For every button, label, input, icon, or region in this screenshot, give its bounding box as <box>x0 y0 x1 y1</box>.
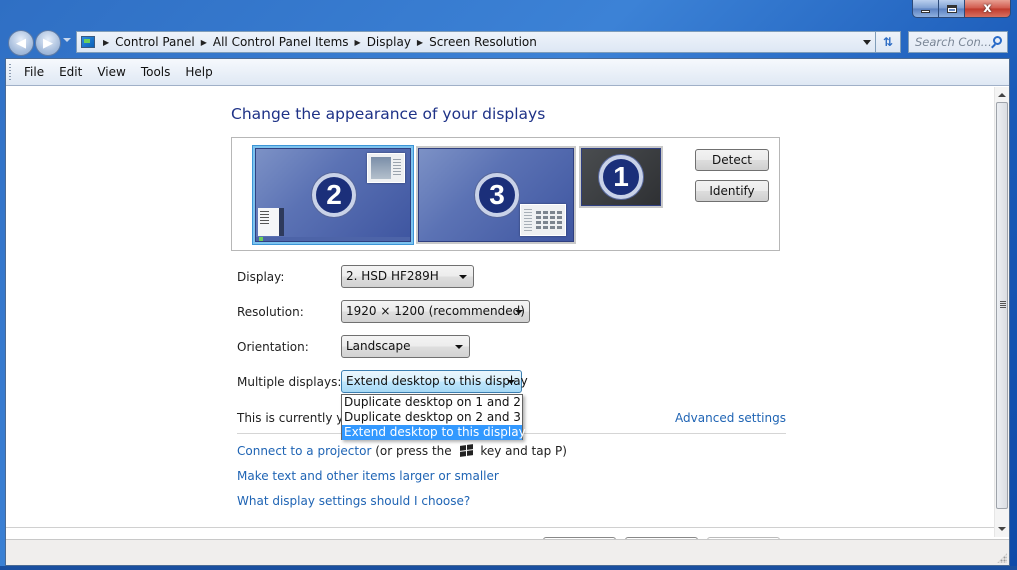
close-button[interactable]: x <box>965 0 1011 18</box>
address-bar[interactable]: ▶ Control Panel ▶ All Control Panel Item… <box>76 31 876 53</box>
window-border <box>0 566 1017 570</box>
menu-grip[interactable] <box>9 64 11 81</box>
chevron-down-icon <box>459 275 467 279</box>
orientation-select[interactable]: Landscape <box>341 335 470 358</box>
client-area: File Edit View Tools Help Change the app… <box>5 58 1010 566</box>
navigation-bar: ◀ ▶ ▶ Control Panel ▶ All Control Panel … <box>0 28 1017 58</box>
monitor-number-badge: 2 <box>312 173 356 217</box>
projector-hint-post: key and tap P) <box>480 444 567 458</box>
resolution-select[interactable]: 1920 × 1200 (recommended) <box>341 300 530 323</box>
menu-file[interactable]: File <box>24 63 44 81</box>
menu-bar: File Edit View Tools Help <box>6 59 1009 86</box>
close-icon: x <box>983 1 992 16</box>
display-select-value: 2. HSD HF289H <box>346 269 439 283</box>
breadcrumb-display[interactable]: Display <box>367 35 411 49</box>
back-button[interactable]: ◀ <box>8 30 34 56</box>
resolution-select-value: 1920 × 1200 (recommended) <box>346 304 525 318</box>
orientation-select-value: Landscape <box>346 339 411 353</box>
status-bar <box>6 539 1009 565</box>
display-label: Display: <box>237 270 285 284</box>
maximize-button[interactable] <box>939 0 965 18</box>
dropdown-option-duplicate-2-3[interactable]: Duplicate desktop on 2 and 3 <box>342 410 522 425</box>
title-bar: x <box>0 0 1017 28</box>
advanced-settings-link[interactable]: Advanced settings <box>675 411 786 425</box>
taskbar-thumbnail <box>256 237 410 241</box>
menu-view[interactable]: View <box>97 63 125 81</box>
start-orb-icon <box>259 237 263 241</box>
grip-icon <box>1000 301 1006 309</box>
page-title: Change the appearance of your displays <box>231 105 546 123</box>
monitor-2[interactable]: 2 <box>253 146 413 244</box>
menu-help[interactable]: Help <box>185 63 212 81</box>
multiple-displays-label: Multiple displays: <box>237 375 342 389</box>
resize-grip-icon[interactable] <box>997 553 1007 563</box>
back-arrow-icon: ◀ <box>16 35 26 51</box>
minimize-icon <box>921 10 930 13</box>
monitor-number-badge: 3 <box>475 173 519 217</box>
windows-key-icon <box>459 444 473 457</box>
chevron-down-icon <box>507 380 515 384</box>
search-icon[interactable] <box>993 36 1002 45</box>
scroll-down-icon[interactable] <box>998 527 1006 531</box>
multiple-displays-select-value: Extend desktop to this display <box>346 374 528 388</box>
footer-divider <box>6 527 994 528</box>
monitor-number-badge: 1 <box>599 155 643 199</box>
breadcrumb-separator-icon[interactable]: ▶ <box>355 38 361 47</box>
monitor-arrangement-panel: 2 3 1 Detect Identify <box>231 137 780 251</box>
breadcrumb-separator-icon[interactable]: ▶ <box>201 38 207 47</box>
start-menu-thumbnail-icon <box>258 208 284 236</box>
recent-pages-dropdown[interactable] <box>63 38 71 42</box>
monitor-3[interactable]: 3 <box>416 146 576 244</box>
start-screen-thumbnail-icon <box>520 204 566 236</box>
refresh-button[interactable]: ⇅ <box>876 31 901 53</box>
scroll-up-icon[interactable] <box>998 93 1006 97</box>
multiple-displays-select[interactable]: Extend desktop to this display <box>341 370 528 393</box>
search-input[interactable]: Search Con... <box>908 31 1008 53</box>
breadcrumb-all-items[interactable]: All Control Panel Items <box>213 35 349 49</box>
projector-hint-pre: (or press the <box>375 444 452 458</box>
chevron-down-icon <box>455 345 463 349</box>
vertical-scrollbar[interactable] <box>994 87 1009 537</box>
breadcrumb-separator-icon[interactable]: ▶ <box>103 38 109 47</box>
forward-arrow-icon: ▶ <box>43 35 53 51</box>
multiple-displays-dropdown-list: Duplicate desktop on 1 and 2 Duplicate d… <box>341 394 526 440</box>
dropdown-option-extend[interactable]: Extend desktop to this display <box>342 425 526 440</box>
maximize-icon <box>946 4 957 13</box>
minimize-button[interactable] <box>912 0 939 18</box>
monitor-1[interactable]: 1 <box>579 146 663 208</box>
dropdown-option-duplicate-1-2[interactable]: Duplicate desktop on 1 and 2 <box>342 395 522 410</box>
forward-button[interactable]: ▶ <box>35 30 61 56</box>
orientation-label: Orientation: <box>237 340 309 354</box>
refresh-icon: ⇅ <box>882 35 894 49</box>
breadcrumb-control-panel[interactable]: Control Panel <box>115 35 195 49</box>
identify-button[interactable]: Identify <box>695 180 769 202</box>
display-help-link[interactable]: What display settings should I choose? <box>237 494 470 508</box>
search-placeholder: Search Con... <box>915 35 992 49</box>
connect-projector-link[interactable]: Connect to a projector <box>237 444 371 458</box>
resolution-label: Resolution: <box>237 305 304 319</box>
text-size-link[interactable]: Make text and other items larger or smal… <box>237 469 499 483</box>
menu-tools[interactable]: Tools <box>141 63 171 81</box>
breadcrumb-screen-resolution[interactable]: Screen Resolution <box>429 35 537 49</box>
scrollbar-thumb[interactable] <box>996 102 1008 509</box>
detect-button[interactable]: Detect <box>695 149 769 171</box>
projector-row: Connect to a projector (or press the key… <box>237 444 567 458</box>
address-dropdown-icon[interactable] <box>863 40 871 45</box>
window-thumbnail-icon <box>367 153 405 183</box>
control-panel-icon <box>81 36 95 48</box>
display-select[interactable]: 2. HSD HF289H <box>341 265 474 288</box>
window-controls: x <box>912 0 1011 18</box>
breadcrumb-separator-icon[interactable]: ▶ <box>417 38 423 47</box>
menu-edit[interactable]: Edit <box>59 63 82 81</box>
chevron-down-icon <box>515 310 523 314</box>
